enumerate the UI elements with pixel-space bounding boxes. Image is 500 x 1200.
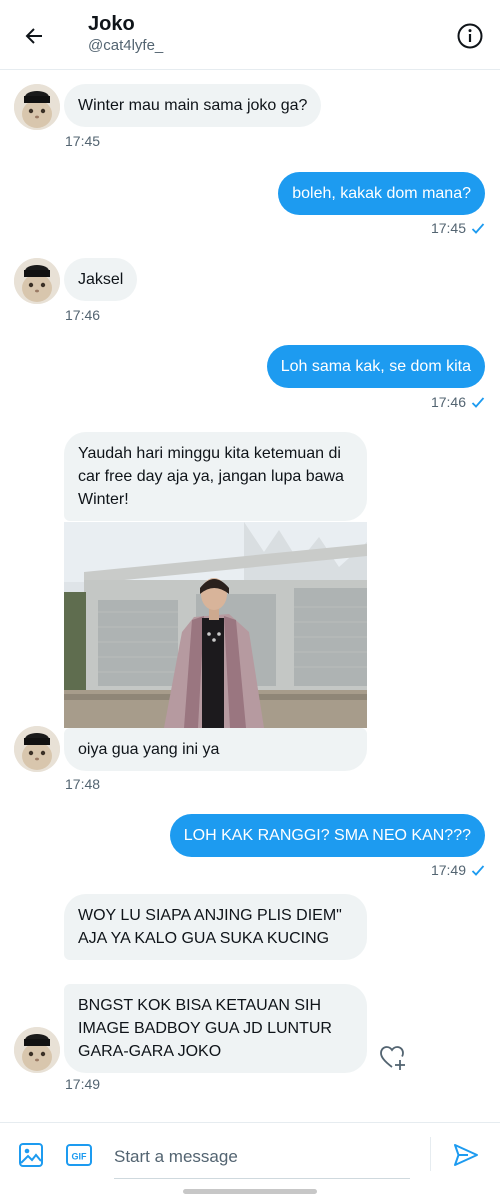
info-icon [457,23,483,49]
message-image[interactable] [64,522,367,728]
message-meta: 17:46 [431,394,486,410]
check-icon [471,865,485,876]
svg-text:GIF: GIF [72,1152,88,1162]
message-timestamp: 17:45 [65,133,101,149]
message-bubble-incoming[interactable]: oiya gua yang ini ya [64,728,367,771]
message-meta: 17:45 [431,220,486,236]
conversation-handle: @cat4lyfe_ [88,37,164,54]
avatar[interactable] [14,726,60,772]
home-indicator [183,1189,317,1194]
message-bubble-outgoing[interactable]: boleh, kakak dom mana? [278,172,485,215]
message-timestamp: 17:46 [65,307,101,323]
image-icon [19,1143,43,1167]
cat-avatar-icon [14,258,60,304]
avatar[interactable] [14,84,60,130]
message-bubble-incoming[interactable]: BNGST KOK BISA KETAUAN SIH IMAGE BADBOY … [64,984,367,1073]
message-bubble-incoming[interactable]: Yaudah hari minggu kita ketemuan di car … [64,432,367,521]
info-button[interactable] [456,22,484,50]
cat-avatar-icon [14,84,60,130]
back-button[interactable] [20,22,48,50]
message-bubble-outgoing[interactable]: Loh sama kak, se dom kita [266,345,485,388]
message-timestamp: 17:49 [430,862,466,878]
add-gif-button[interactable]: GIF [65,1141,93,1169]
gif-icon: GIF [66,1144,92,1166]
avatar[interactable] [14,1027,60,1073]
conversation-header: Joko @cat4lyfe_ [0,0,500,70]
send-icon [454,1144,478,1166]
message-timestamp: 17:49 [65,1076,101,1092]
message-input[interactable] [114,1135,410,1167]
message-timestamp: 17:45 [430,220,466,236]
photo-person-in-front-of-garage [64,522,367,728]
conversation-title: Joko [88,13,135,35]
cat-avatar-icon [14,726,60,772]
message-bubble-incoming[interactable]: Winter mau main sama joko ga? [64,84,322,127]
message-bubble-outgoing[interactable]: LOH KAK RANGGI? SMA NEO KAN??? [169,814,485,857]
avatar[interactable] [14,258,60,304]
react-button[interactable] [378,1043,408,1073]
message-timestamp: 17:48 [65,776,101,792]
check-icon [471,397,485,408]
cat-avatar-icon [14,1027,60,1073]
message-timestamp: 17:46 [430,394,466,410]
message-meta: 17:49 [431,862,486,878]
send-button[interactable] [452,1141,480,1169]
arrow-left-icon [25,28,42,44]
composer-divider [430,1137,431,1171]
check-icon [471,223,485,234]
message-bubble-incoming[interactable]: WOY LU SIAPA ANJING PLIS DIEM" AJA YA KA… [64,894,367,960]
add-image-button[interactable] [17,1141,45,1169]
message-bubble-incoming[interactable]: Jaksel [64,258,138,301]
heart-plus-icon [380,1046,405,1070]
conversation-title-block[interactable]: Joko @cat4lyfe_ [88,12,163,56]
message-input-wrapper [114,1135,410,1179]
